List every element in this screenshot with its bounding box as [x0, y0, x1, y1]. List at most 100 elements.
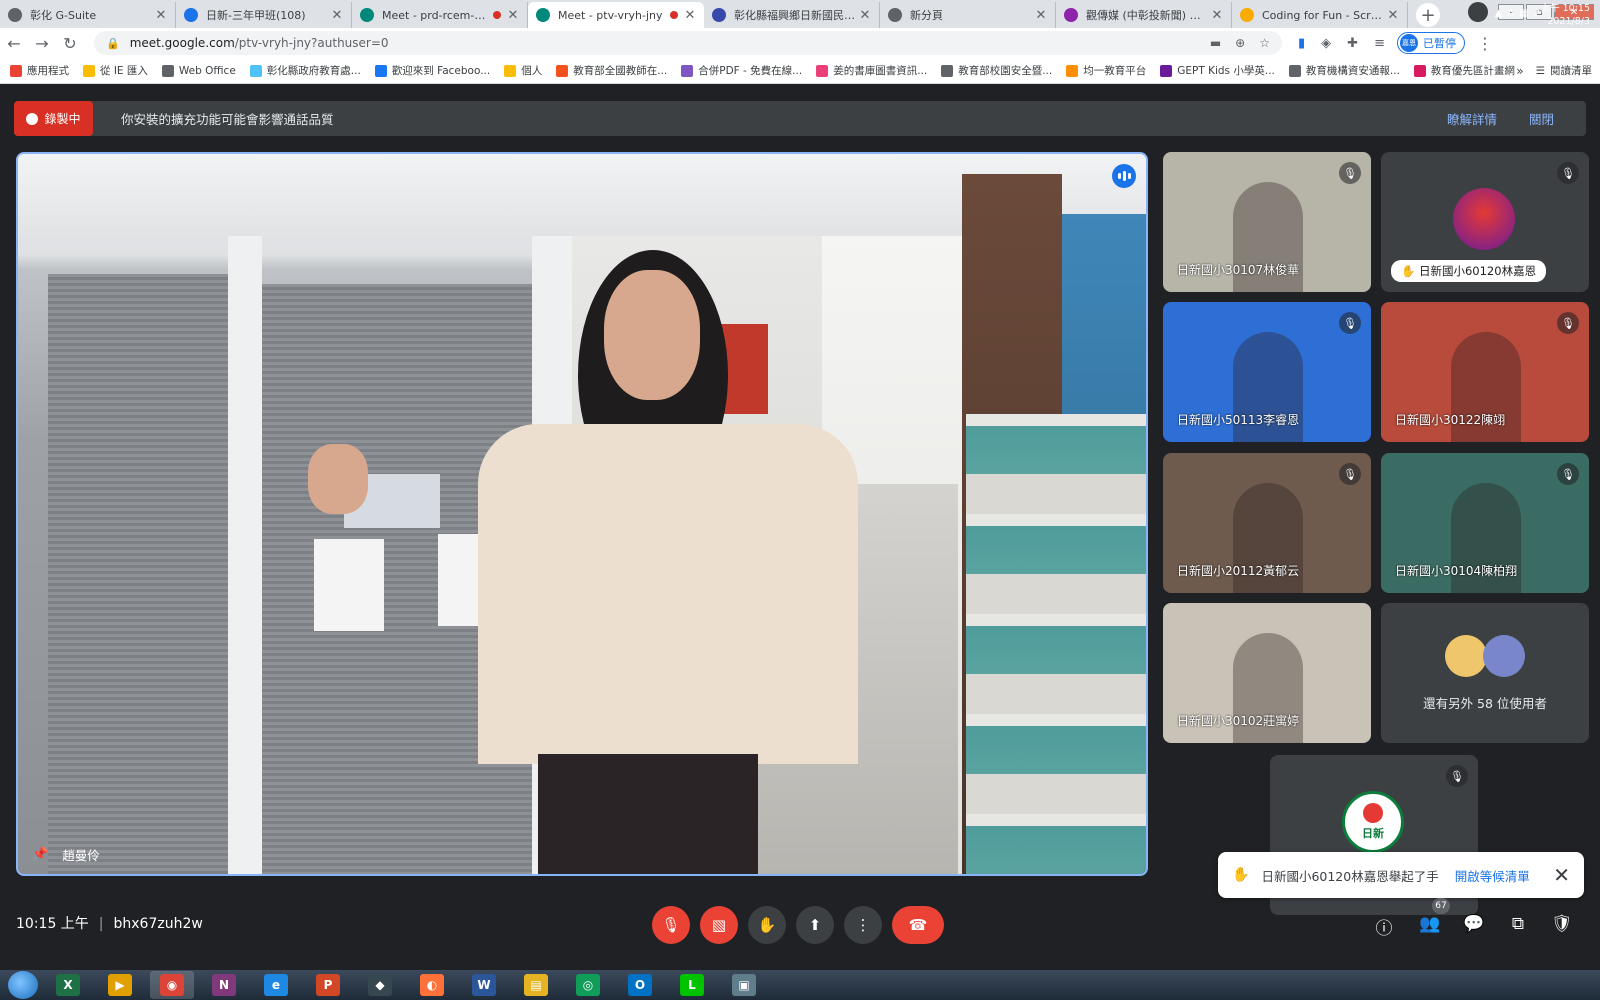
banner-close-button[interactable]: 關閉 — [1529, 109, 1554, 128]
browser-tab[interactable]: Coding for Fun - Scratch ✕ — [1232, 2, 1408, 28]
bookmark-item[interactable]: 從 IE 匯入 — [83, 63, 148, 78]
system-clock[interactable]: 上午 10:15 2021/8/3 — [1541, 2, 1590, 28]
taskbar-app[interactable]: ▤ — [514, 971, 558, 999]
participant-tile[interactable]: 日新國小30102莊寓婷 — [1163, 603, 1371, 743]
camera-off-button[interactable]: ▧ — [700, 906, 738, 944]
forward-icon[interactable]: → — [28, 34, 56, 53]
bookmark-item[interactable]: 教育部校園安全暨... — [941, 63, 1052, 78]
participant-tile[interactable]: 🎙 日新國小50113李睿恩 — [1163, 302, 1371, 442]
taskbar-app[interactable]: e — [254, 971, 298, 999]
tab-close-icon[interactable]: ✕ — [155, 8, 167, 23]
start-button[interactable] — [8, 971, 38, 999]
participant-tile[interactable]: 🎙 日新國小30122陳翊 — [1381, 302, 1589, 442]
taskbar-app[interactable]: ▶ — [98, 971, 142, 999]
bookmark-item[interactable]: 教育優先區計畫網... — [1413, 63, 1525, 78]
taskbar-app[interactable]: ▣ — [722, 971, 766, 999]
bookmark-item[interactable]: 彰化縣政府教育處... — [249, 63, 361, 78]
browser-tab[interactable]: Meet - ptv-vryh-jny ✕ — [528, 2, 704, 28]
present-screen-button[interactable]: ⬆ — [796, 906, 834, 944]
browser-menu-icon[interactable]: ⋮ — [1471, 34, 1499, 53]
browser-tab[interactable]: 新分頁 ✕ — [880, 2, 1056, 28]
taskbar-app[interactable]: O — [618, 971, 662, 999]
tray-icon[interactable]: ▲ — [1495, 8, 1503, 19]
raise-hand-button[interactable]: ✋ — [748, 906, 786, 944]
learn-more-link[interactable]: 瞭解詳情 — [1447, 109, 1497, 128]
bookmark-item[interactable]: 教育部全國教師在... — [556, 63, 667, 78]
bookmark-item[interactable]: 個人 — [504, 63, 542, 78]
bookmark-favicon-icon — [249, 64, 262, 77]
extensions-puzzle-icon[interactable]: ✚ — [1347, 36, 1358, 51]
recording-badge[interactable]: 錄製中 — [14, 101, 93, 136]
tab-favicon-icon — [536, 8, 550, 22]
tab-close-icon[interactable]: ✕ — [1387, 8, 1399, 23]
pin-icon[interactable]: 📌 — [32, 847, 48, 862]
activities-icon[interactable]: ⧉ — [1506, 914, 1530, 934]
tab-close-icon[interactable]: ✕ — [507, 8, 519, 23]
muted-icon: 🎙 — [1557, 463, 1579, 485]
new-tab-button[interactable]: + — [1416, 3, 1440, 27]
browser-tab[interactable]: 日新-三年甲班(108) ✕ — [176, 2, 352, 28]
people-icon[interactable]: 👥 — [1418, 914, 1442, 934]
reload-icon[interactable]: ↻ — [56, 34, 84, 53]
back-icon[interactable]: ← — [0, 34, 28, 53]
bookmark-item[interactable]: 教育機構資安通報... — [1288, 63, 1400, 78]
taskbar-app[interactable]: P — [306, 971, 350, 999]
extension-meet-icon[interactable]: ▮ — [1298, 36, 1305, 51]
url-host: meet.google.com — [129, 36, 235, 50]
bookmark-item[interactable]: 歡迎來到 Faceboo... — [374, 63, 490, 78]
taskbar-app[interactable]: W — [462, 971, 506, 999]
taskbar-app[interactable]: ◉ — [150, 971, 194, 999]
taskbar-app[interactable]: L — [670, 971, 714, 999]
taskbar-app[interactable]: ◐ — [410, 971, 454, 999]
tab-close-icon[interactable]: ✕ — [1211, 8, 1223, 23]
bookmark-star-icon[interactable]: ☆ — [1259, 36, 1270, 50]
meeting-details-icon[interactable]: ⓘ — [1372, 914, 1396, 939]
zoom-icon[interactable]: ⊕ — [1235, 36, 1245, 50]
mic-off-button[interactable]: 🎙 — [652, 906, 690, 944]
bookmark-item[interactable]: 均一教育平台 — [1066, 63, 1146, 78]
leave-call-button[interactable]: ☎ — [892, 906, 944, 944]
profile-button[interactable]: 嘉恩 已暫停 — [1396, 32, 1465, 54]
bookmark-item[interactable]: Web Office — [161, 64, 236, 77]
bookmarks-bar: 應用程式 從 IE 匯入 Web Office 彰化縣政府教育處... 歡迎來到 Fac… — [0, 58, 1600, 84]
open-queue-link[interactable]: 開啟等候清單 — [1455, 866, 1530, 885]
tab-search-icon[interactable] — [1468, 2, 1488, 22]
participant-tile[interactable]: 🎙 日新國小30107林俊華 — [1163, 152, 1371, 292]
reading-list-button[interactable]: 閱讀清單 — [1550, 63, 1592, 78]
bookmark-item[interactable]: 姜的書庫圖書資訊... — [816, 63, 927, 78]
taskbar-app[interactable]: ◆ — [358, 971, 402, 999]
browser-tab[interactable]: 彰化縣福興鄉日新國民小學 ✕ — [704, 2, 880, 28]
speaker-hand — [308, 444, 368, 514]
bookmark-item[interactable]: 合併PDF - 免費在線... — [681, 63, 802, 78]
chat-icon[interactable]: 💬 — [1462, 914, 1486, 934]
taskbar-app[interactable]: X — [46, 971, 90, 999]
host-controls-icon[interactable]: 🛡 — [1550, 914, 1574, 934]
tab-close-icon[interactable]: ✕ — [331, 8, 343, 23]
participant-tile[interactable]: 🎙 ✋ 日新國小60120林嘉恩 — [1381, 152, 1589, 292]
main-speaker-tile[interactable]: 📌 趙曼伶 — [16, 152, 1148, 876]
media-control-icon[interactable]: ≡ — [1374, 36, 1385, 51]
tab-close-icon[interactable]: ✕ — [1035, 8, 1047, 23]
extension-icon[interactable]: ◈ — [1321, 36, 1331, 51]
bookmark-item[interactable]: GEPT Kids 小學英... — [1160, 63, 1275, 78]
bookmarks-more-icon[interactable]: » — [1516, 64, 1523, 78]
participant-tile[interactable]: 🎙 日新國小20112黃郁云 — [1163, 453, 1371, 593]
participant-tile[interactable]: 還有另外 58 位使用者 — [1381, 603, 1589, 743]
camera-indicator-icon[interactable]: ▬ — [1210, 36, 1221, 50]
tab-close-icon[interactable]: ✕ — [684, 8, 696, 23]
browser-tab[interactable]: Meet - prd-rcem-wgq ✕ — [352, 2, 528, 28]
more-options-button[interactable]: ⋮ — [844, 906, 882, 944]
taskbar-app[interactable]: ◎ — [566, 971, 610, 999]
browser-tab[interactable]: 彰化 G-Suite ✕ — [0, 2, 176, 28]
main-speaker-name: 📌 趙曼伶 — [32, 845, 100, 864]
bookmark-item[interactable]: 應用程式 — [10, 63, 69, 78]
toast-close-icon[interactable]: ✕ — [1553, 863, 1570, 887]
tab-close-icon[interactable]: ✕ — [859, 8, 871, 23]
input-method-icon[interactable]: A — [1507, 8, 1514, 19]
participant-tile[interactable]: 🎙 日新國小30104陳柏翔 — [1381, 453, 1589, 593]
taskbar-app[interactable]: N — [202, 971, 246, 999]
volume-icon[interactable]: ♪ — [1534, 8, 1540, 19]
browser-tab[interactable]: 觀傳媒 (中彰投新聞) 彰化 ✕ — [1056, 2, 1232, 28]
url-field[interactable]: 🔒 meet.google.com/ptv-vryh-jny?authuser=… — [94, 31, 1282, 55]
network-icon[interactable]: ▦ — [1519, 8, 1528, 19]
